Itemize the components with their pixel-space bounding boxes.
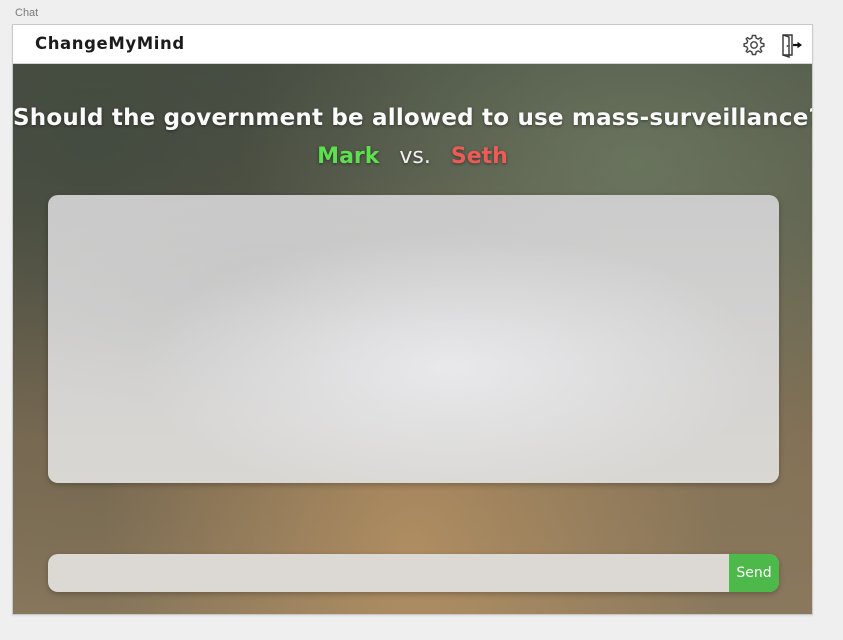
settings-button[interactable] bbox=[741, 32, 767, 58]
exit-door-icon bbox=[782, 34, 802, 58]
debate-question: Should the government be allowed to use … bbox=[13, 105, 812, 131]
logout-button[interactable] bbox=[779, 32, 805, 58]
chat-messages-panel[interactable] bbox=[48, 195, 779, 483]
artboard-label: Chat bbox=[15, 7, 39, 19]
versus-label: vs. bbox=[399, 144, 431, 169]
app-logo: ChangeMyMind bbox=[35, 34, 185, 53]
participant-a-name: Mark bbox=[317, 144, 380, 169]
debate-participants: Mark vs. Seth bbox=[13, 144, 812, 169]
send-button[interactable]: Send bbox=[729, 554, 779, 592]
app-window: ChangeMyMind Should the government be al… bbox=[12, 24, 813, 615]
message-composer: Send bbox=[48, 554, 779, 592]
participant-b-name: Seth bbox=[450, 144, 508, 169]
message-input[interactable] bbox=[48, 554, 729, 592]
chat-background: Should the government be allowed to use … bbox=[13, 64, 812, 614]
gear-icon bbox=[743, 34, 765, 56]
top-bar: ChangeMyMind bbox=[13, 25, 812, 64]
